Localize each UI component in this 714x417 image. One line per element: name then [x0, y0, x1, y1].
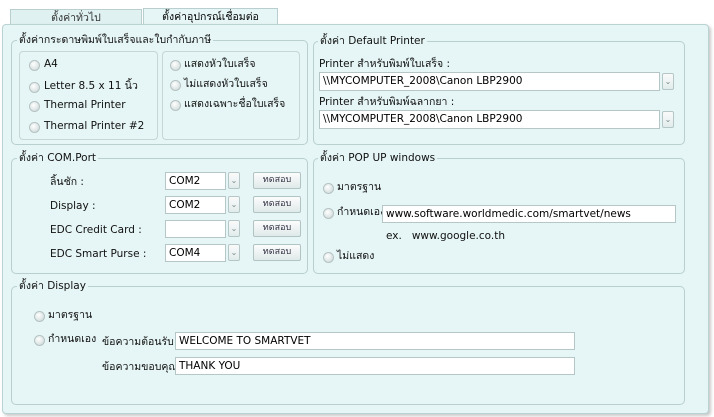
paper-a4-label: A4 [44, 58, 58, 70]
edc-credit-port-label: EDC Credit Card : [50, 224, 142, 236]
default-printer-title: ตั้งค่า Default Printer [318, 35, 427, 47]
display-port-select[interactable]: COM2 [165, 196, 226, 214]
popup-standard-radio[interactable] [323, 183, 334, 194]
popup-hide-radio[interactable] [323, 252, 334, 263]
paper-letter-label: Letter 8.5 x 11 นิ้ว [44, 80, 138, 92]
popup-url-example: ex. www.google.co.th [386, 230, 505, 242]
header-hide-label: ไม่แสดงหัวใบเสร็จ [184, 78, 268, 90]
default-printer-group [313, 41, 685, 145]
com-port-title: ตั้งค่า COM.Port [17, 152, 99, 164]
display-custom-label: กำหนดเอง [48, 333, 97, 345]
receipt-printer-select[interactable]: \\MYCOMPUTER_2008\Canon LBP2900 [319, 72, 660, 91]
display-port-label: Display : [50, 200, 96, 212]
drawer-port-select[interactable]: COM2 [165, 172, 226, 190]
chevron-down-icon: ⌄ [230, 200, 238, 209]
drawer-port-dropdown-button[interactable]: ⌄ [228, 172, 240, 189]
drawer-test-button[interactable]: ทดสอบ [253, 172, 301, 189]
edc-smart-test-button[interactable]: ทดสอบ [253, 244, 301, 261]
edc-credit-test-button[interactable]: ทดสอบ [253, 220, 301, 237]
edc-smart-port-dropdown-button[interactable]: ⌄ [228, 244, 240, 261]
drawer-port-label: ลิ้นชัก : [50, 176, 84, 188]
popup-hide-label: ไม่แสดง [337, 250, 375, 262]
chevron-down-icon: ⌄ [230, 248, 238, 257]
display-standard-label: มาตรฐาน [48, 309, 93, 321]
popup-url-field[interactable]: www.software.worldmedic.com/smartvet/new… [382, 205, 676, 223]
header-show-label: แสดงหัวใบเสร็จ [184, 58, 256, 70]
edc-credit-port-select[interactable] [165, 220, 226, 238]
paper-thermal2-radio[interactable] [29, 122, 40, 133]
thanks-message-field[interactable]: THANK YOU [175, 357, 575, 375]
display-custom-radio[interactable] [34, 335, 45, 346]
label-printer-dropdown-button[interactable]: ⌄ [662, 111, 674, 128]
paper-settings-title: ตั้งค่ากระดาษพิมพ์ใบเสร็จและใบกำกับภาษี [17, 34, 214, 46]
thanks-message-label: ข้อความขอบคุณ : [102, 361, 186, 373]
popup-standard-label: มาตรฐาน [337, 181, 382, 193]
paper-thermal2-label: Thermal Printer #2 [44, 120, 145, 132]
edc-credit-port-dropdown-button[interactable]: ⌄ [228, 220, 240, 237]
display-settings-title: ตั้งค่า Display [17, 280, 88, 292]
header-name-only-radio[interactable] [170, 100, 181, 111]
display-standard-radio[interactable] [34, 311, 45, 322]
label-printer-label: Printer สำหรับพิมพ์ฉลากยา : [319, 96, 455, 108]
paper-thermal-label: Thermal Printer [44, 99, 126, 111]
header-show-radio[interactable] [170, 60, 181, 71]
header-name-only-label: แสดงเฉพาะชื่อใบเสร็จ [184, 98, 286, 110]
chevron-down-icon: ⌄ [230, 224, 238, 233]
edc-smart-port-label: EDC Smart Purse : [50, 248, 147, 260]
label-printer-select[interactable]: \\MYCOMPUTER_2008\Canon LBP2900 [319, 110, 660, 129]
welcome-message-label: ข้อความต้อนรับ : [102, 336, 181, 348]
paper-a4-radio[interactable] [29, 60, 40, 71]
edc-smart-port-select[interactable]: COM4 [165, 244, 226, 262]
paper-letter-radio[interactable] [29, 82, 40, 93]
popup-custom-radio[interactable] [323, 208, 334, 219]
display-test-button[interactable]: ทดสอบ [253, 196, 301, 213]
popup-custom-label: กำหนดเอง [337, 206, 386, 218]
paper-thermal-radio[interactable] [29, 101, 40, 112]
header-hide-radio[interactable] [170, 80, 181, 91]
receipt-printer-dropdown-button[interactable]: ⌄ [662, 73, 674, 90]
chevron-down-icon: ⌄ [230, 176, 238, 185]
receipt-printer-label: Printer สำหรับพิมพ์ใบเสร็จ : [319, 58, 451, 70]
chevron-down-icon: ⌄ [664, 77, 672, 86]
welcome-message-field[interactable]: WELCOME TO SMARTVET [175, 332, 575, 350]
chevron-down-icon: ⌄ [664, 115, 672, 124]
display-port-dropdown-button[interactable]: ⌄ [228, 196, 240, 213]
popup-windows-title: ตั้งค่า POP UP windows [318, 152, 438, 164]
